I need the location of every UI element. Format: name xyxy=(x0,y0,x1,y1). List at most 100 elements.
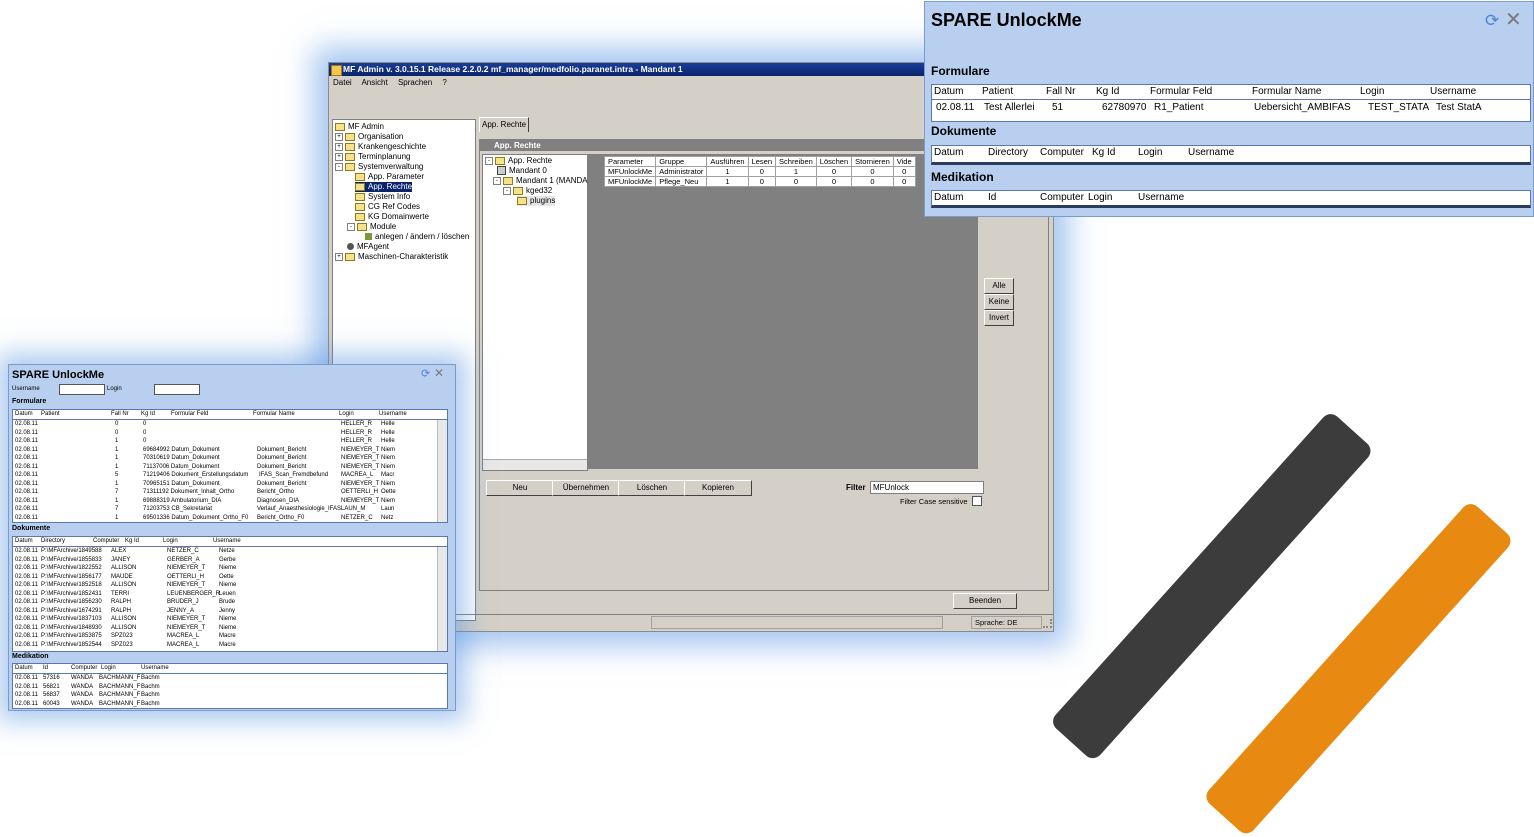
grid-header[interactable]: Ausführen xyxy=(706,156,749,167)
nav-item-kg-domainwerte[interactable]: KG Domainwerte xyxy=(355,212,429,222)
col-datum[interactable]: Datum xyxy=(934,85,963,99)
rights-node-plugins[interactable]: plugins xyxy=(517,196,556,206)
nav-item-systemverwaltung[interactable]: - Systemverwaltung xyxy=(335,162,423,172)
refresh-icon[interactable]: ⟳ xyxy=(421,368,430,380)
collapse-icon[interactable]: - xyxy=(335,162,343,171)
grid-header[interactable]: Gruppe xyxy=(655,156,708,167)
col-username[interactable]: Username xyxy=(213,537,241,546)
tab-app-rechte[interactable]: App. Rechte xyxy=(479,117,529,132)
col-login[interactable]: Login xyxy=(163,537,178,546)
grid-cell[interactable]: MFUnlockMe xyxy=(603,166,657,177)
invert-button[interactable]: Invert xyxy=(984,310,1014,326)
rights-node-mandant-0[interactable]: Mandant 0 xyxy=(497,166,547,176)
col-datum[interactable]: Datum xyxy=(15,537,33,546)
rights-node-kged32[interactable]: - kged32 xyxy=(503,186,552,196)
username-input[interactable] xyxy=(59,384,105,395)
nav-item-maschinen[interactable]: + Maschinen-Charakteristik xyxy=(335,252,448,262)
nav-item-terminplanung[interactable]: + Terminplanung xyxy=(335,152,410,162)
grid-cell[interactable]: 1 xyxy=(706,166,749,177)
expand-icon[interactable]: + xyxy=(335,252,343,261)
col-login[interactable]: Login xyxy=(339,410,354,419)
nav-item-app-rechte[interactable]: App. Rechte xyxy=(355,182,413,192)
grid-cell[interactable]: Administrator xyxy=(655,166,708,177)
grid-header[interactable]: Schreiben xyxy=(775,156,817,167)
grid-cell[interactable]: 0 xyxy=(892,176,916,187)
col-datum[interactable]: Datum xyxy=(934,146,963,160)
expand-icon[interactable]: + xyxy=(335,132,343,141)
col-username[interactable]: Username xyxy=(1430,85,1476,99)
rights-node-root[interactable]: - App. Rechte xyxy=(485,156,552,166)
expand-icon[interactable]: + xyxy=(335,152,343,161)
col-datum[interactable]: Datum xyxy=(934,191,963,205)
col-patient[interactable]: Patient xyxy=(982,85,1013,99)
grid-cell[interactable]: 0 xyxy=(747,176,777,187)
col-computer[interactable]: Computer xyxy=(93,537,119,546)
col-username[interactable]: Username xyxy=(1188,146,1234,160)
rights-node-mandant-1[interactable]: - Mandant 1 (MANDAN xyxy=(493,176,593,186)
menu-sprachen[interactable]: Sprachen xyxy=(398,78,432,87)
col-computer[interactable]: Computer xyxy=(1040,191,1084,205)
col-login[interactable]: Login xyxy=(1360,85,1384,99)
alle-button[interactable]: Alle xyxy=(984,278,1014,294)
expand-icon[interactable]: + xyxy=(335,142,343,151)
case-sensitive-checkbox[interactable] xyxy=(972,496,982,506)
nav-item-system-info[interactable]: System Info xyxy=(355,192,410,202)
grid-cell[interactable]: Pflege_Neu xyxy=(655,176,708,187)
col-datum[interactable]: Datum xyxy=(15,664,33,673)
neu-button[interactable]: Neu xyxy=(486,480,554,496)
col-formular-feld[interactable]: Formular Feld xyxy=(1150,85,1212,99)
uebernehmen-button[interactable]: Übernehmen xyxy=(552,480,620,496)
grid-cell[interactable]: 0 xyxy=(892,166,916,177)
grid-cell[interactable]: 1 xyxy=(706,176,749,187)
beenden-button[interactable]: Beenden xyxy=(953,593,1017,609)
grid-header[interactable]: Löschen xyxy=(815,156,853,167)
col-patient[interactable]: Patient xyxy=(41,410,60,419)
grid-header[interactable]: Vide xyxy=(892,156,916,167)
col-formular-feld[interactable]: Formular Feld xyxy=(171,410,208,419)
nav-item-cg-ref-codes[interactable]: CG Ref Codes xyxy=(355,202,420,212)
col-kg-id[interactable]: Kg Id xyxy=(125,537,139,546)
col-kg-id[interactable]: Kg Id xyxy=(1092,146,1115,160)
nav-item-anlegen[interactable]: anlegen / ändern / löschen xyxy=(365,232,469,242)
nav-item-organisation[interactable]: + Organisation xyxy=(335,132,403,142)
kopieren-button[interactable]: Kopieren xyxy=(684,480,752,496)
menu-help[interactable]: ? xyxy=(442,78,446,87)
close-icon[interactable]: ✕ xyxy=(1505,10,1522,30)
col-formular-name[interactable]: Formular Name xyxy=(1252,85,1321,99)
grid-cell[interactable]: 1 xyxy=(775,166,817,177)
col-datum[interactable]: Datum xyxy=(15,410,33,419)
col-kg-id[interactable]: Kg Id xyxy=(1096,85,1119,99)
grid-row[interactable]: MFUnlockMe Pflege_Neu 1 0 0 0 0 0 xyxy=(603,176,916,187)
col-username[interactable]: Username xyxy=(141,664,169,673)
formulare-scrollbar[interactable] xyxy=(437,420,447,522)
menu-datei[interactable]: Datei xyxy=(333,78,352,87)
collapse-icon[interactable]: - xyxy=(503,186,511,195)
col-fall-nr[interactable]: Fall Nr xyxy=(111,410,129,419)
grid-row[interactable]: MFUnlockMe Administrator 1 0 1 0 0 0 xyxy=(603,166,916,177)
grid-cell[interactable]: 0 xyxy=(815,176,853,187)
col-computer[interactable]: Computer xyxy=(71,664,97,673)
refresh-icon[interactable]: ⟳ xyxy=(1485,12,1499,30)
col-formular-name[interactable]: Formular Name xyxy=(253,410,295,419)
col-username[interactable]: Username xyxy=(1138,191,1184,205)
col-id[interactable]: Id xyxy=(988,191,996,205)
grid-cell[interactable]: 0 xyxy=(851,176,894,187)
formulare-row[interactable]: 02.08.11 Test Allerlei 51 62780970 R1_Pa… xyxy=(932,101,1530,115)
keine-button[interactable]: Keine xyxy=(984,294,1014,310)
nav-item-mf-admin[interactable]: MF Admin xyxy=(335,122,384,132)
nav-item-krankengeschichte[interactable]: + Krankengeschichte xyxy=(335,142,426,152)
grid-cell[interactable]: 0 xyxy=(851,166,894,177)
filter-input[interactable]: MFUnlock xyxy=(870,481,984,494)
col-login[interactable]: Login xyxy=(1138,146,1162,160)
col-login[interactable]: Login xyxy=(101,664,116,673)
col-fall-nr[interactable]: Fall Nr xyxy=(1046,85,1075,99)
grid-cell[interactable]: MFUnlockMe xyxy=(603,176,657,187)
nav-item-module[interactable]: - Module xyxy=(347,222,396,232)
grid-header[interactable]: Lesen xyxy=(747,156,777,167)
nav-item-mfagent[interactable]: MFAgent xyxy=(347,242,389,252)
close-icon[interactable]: ✕ xyxy=(434,367,444,379)
col-login[interactable]: Login xyxy=(1088,191,1112,205)
menu-ansicht[interactable]: Ansicht xyxy=(361,78,387,87)
grid-cell[interactable]: 0 xyxy=(747,166,777,177)
grid-cell[interactable]: 0 xyxy=(775,176,817,187)
